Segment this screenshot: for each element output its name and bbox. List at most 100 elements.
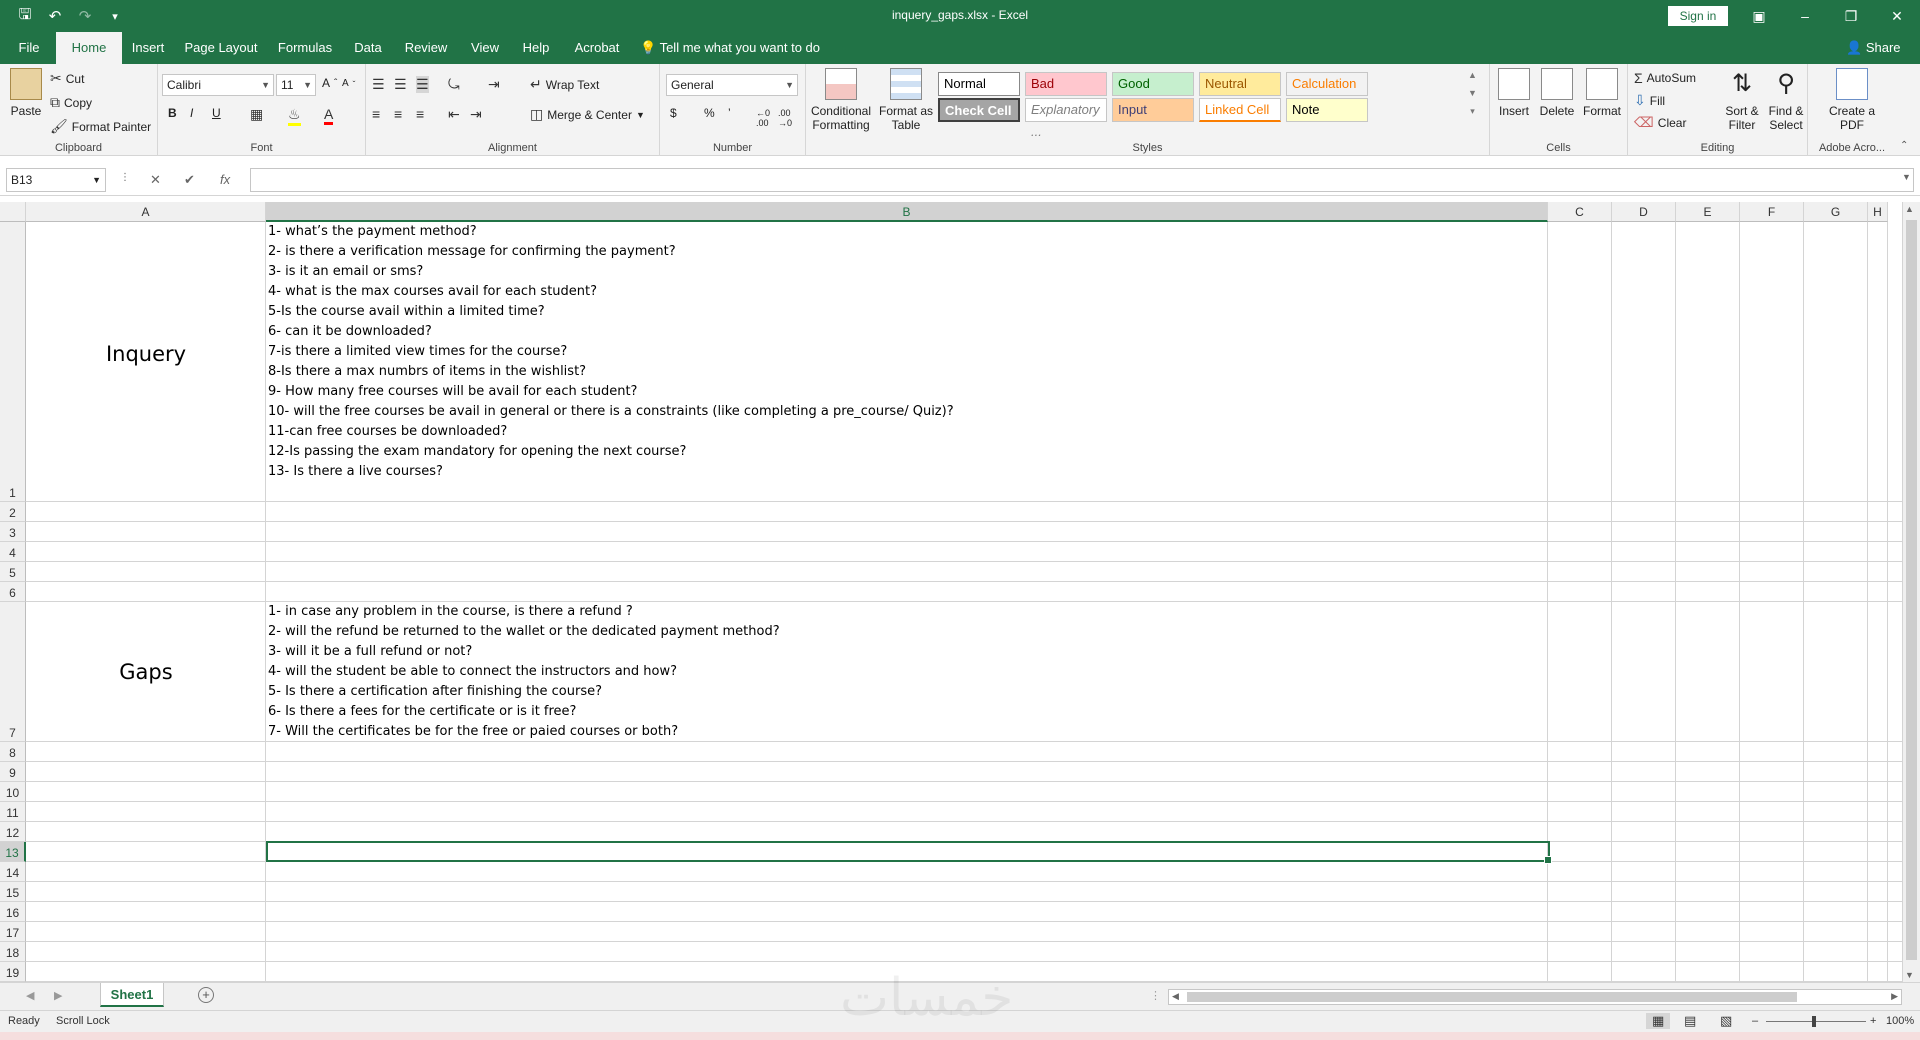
expand-formula-icon[interactable]: ▼: [1902, 172, 1911, 182]
format-painter-button[interactable]: 🖌 Format Painter: [50, 118, 151, 135]
column-header-d[interactable]: D: [1612, 202, 1676, 222]
paste-button[interactable]: Paste: [6, 68, 46, 118]
bold-button[interactable]: B: [168, 106, 177, 120]
tab-review[interactable]: Review: [398, 32, 454, 64]
row-header-14[interactable]: 14: [0, 862, 26, 882]
scroll-up-icon[interactable]: ▲: [1905, 204, 1914, 214]
sort-filter-button[interactable]: ⇅ Sort & Filter: [1720, 68, 1764, 132]
cell-a1[interactable]: Inquery: [26, 342, 266, 366]
increase-decimal-button[interactable]: ←0.00: [756, 108, 770, 128]
zoom-in-icon[interactable]: +: [1870, 1015, 1876, 1027]
row-header-5[interactable]: 5: [0, 562, 26, 582]
tab-view[interactable]: View: [462, 32, 508, 64]
enter-icon[interactable]: ✔: [184, 172, 195, 188]
row-header-2[interactable]: 2: [0, 502, 26, 522]
insert-function-icon[interactable]: fx: [220, 172, 230, 187]
wrap-text-button[interactable]: ↵ Wrap Text: [530, 76, 599, 93]
name-box[interactable]: B13 ▼: [6, 168, 106, 192]
scroll-thumb[interactable]: [1906, 220, 1917, 960]
row-header-19[interactable]: 19: [0, 962, 26, 982]
tab-formulas[interactable]: Formulas: [272, 32, 338, 64]
styles-scroll[interactable]: ▲ ▼ ▾: [1468, 70, 1477, 117]
column-header-g[interactable]: G: [1804, 202, 1868, 222]
tab-acrobat[interactable]: Acrobat: [566, 32, 628, 64]
row-header-13[interactable]: 13: [0, 842, 26, 862]
borders-button[interactable]: ▦: [250, 106, 263, 123]
merge-center-button[interactable]: ◫ Merge & Center ▼: [530, 106, 645, 123]
create-pdf-button[interactable]: Create a PDF: [1828, 68, 1876, 132]
find-select-button[interactable]: ⚲ Find & Select: [1764, 68, 1808, 132]
cell-style-bad[interactable]: Bad: [1025, 72, 1107, 96]
top-align-button[interactable]: ☰: [372, 76, 385, 93]
zoom-slider[interactable]: [1766, 1016, 1866, 1027]
scroll-down-icon[interactable]: ▼: [1905, 970, 1914, 980]
row-header-4[interactable]: 4: [0, 542, 26, 562]
column-header-h[interactable]: H: [1868, 202, 1888, 222]
font-name-dropdown[interactable]: Calibri ▼: [162, 74, 274, 96]
column-header-f[interactable]: F: [1740, 202, 1804, 222]
vertical-scrollbar[interactable]: ▲ ▼: [1902, 202, 1920, 982]
format-as-table-button[interactable]: Format as Table: [876, 68, 936, 132]
horizontal-scrollbar[interactable]: ◀ ▶: [1168, 989, 1902, 1005]
number-format-dropdown[interactable]: General ▼: [666, 74, 798, 96]
tab-help[interactable]: Help: [514, 32, 558, 64]
fill-color-button[interactable]: ♨: [288, 106, 301, 126]
prev-sheet-icon[interactable]: ◀: [26, 989, 34, 1002]
orientation-button[interactable]: ⤿: [448, 76, 460, 93]
insert-cells-button[interactable]: Insert: [1494, 68, 1534, 118]
zoom-out-icon[interactable]: –: [1752, 1015, 1758, 1027]
cell-style-explanatory[interactable]: Explanatory ...: [1025, 98, 1107, 139]
scroll-left-icon[interactable]: ◀: [1172, 991, 1179, 1002]
row-header-8[interactable]: 8: [0, 742, 26, 762]
decrease-decimal-button[interactable]: .00 →0: [778, 108, 792, 128]
row-header-18[interactable]: 18: [0, 942, 26, 962]
delete-cells-button[interactable]: Delete: [1536, 68, 1578, 118]
cell-style-neutral[interactable]: Neutral: [1199, 72, 1281, 96]
add-sheet-icon[interactable]: +: [198, 987, 214, 1003]
sign-in-button[interactable]: Sign in: [1668, 6, 1728, 26]
cell-style-calculation[interactable]: Calculation: [1286, 72, 1368, 96]
column-header-c[interactable]: C: [1548, 202, 1612, 222]
row-header-9[interactable]: 9: [0, 762, 26, 782]
underline-button[interactable]: U: [212, 106, 221, 120]
middle-align-button[interactable]: ☰: [394, 76, 407, 93]
align-left-button[interactable]: ≡: [372, 106, 380, 122]
tab-insert[interactable]: Insert: [126, 32, 170, 64]
share-button[interactable]: 👤 Share: [1846, 32, 1901, 64]
row-header-10[interactable]: 10: [0, 782, 26, 802]
font-size-dropdown[interactable]: 11 ▼: [276, 74, 316, 96]
copy-button[interactable]: ⧉ Copy: [50, 94, 92, 111]
align-right-button[interactable]: ≡: [416, 106, 424, 122]
row-header-11[interactable]: 11: [0, 802, 26, 822]
bottom-align-button[interactable]: ☰: [416, 76, 429, 93]
scroll-thumb[interactable]: [1187, 992, 1797, 1002]
row-header-12[interactable]: 12: [0, 822, 26, 842]
cell-style-good[interactable]: Good: [1112, 72, 1194, 96]
row-header-16[interactable]: 16: [0, 902, 26, 922]
close-icon[interactable]: ✕: [1874, 0, 1920, 32]
cell-style-check-cell[interactable]: Check Cell: [938, 98, 1020, 122]
row-header-15[interactable]: 15: [0, 882, 26, 902]
fill-button[interactable]: ⇩ Fill: [1634, 92, 1665, 109]
format-cells-button[interactable]: Format: [1580, 68, 1624, 118]
cut-button[interactable]: ✂ Cut: [50, 70, 84, 87]
selected-cell-b13[interactable]: [266, 841, 1552, 864]
cell-style-input[interactable]: Input: [1112, 98, 1194, 122]
sheet-tab-sheet1[interactable]: Sheet1: [100, 983, 164, 1007]
shrink-font-button[interactable]: Aˇ: [342, 78, 355, 89]
scroll-right-icon[interactable]: ▶: [1891, 991, 1898, 1002]
cell-a7[interactable]: Gaps: [26, 660, 266, 684]
tab-home[interactable]: Home: [56, 32, 122, 64]
row-header-17[interactable]: 17: [0, 922, 26, 942]
collapse-ribbon-icon[interactable]: ⌃: [1900, 140, 1908, 151]
next-sheet-icon[interactable]: ▶: [54, 989, 62, 1002]
tell-me-search[interactable]: 💡 Tell me what you want to do: [640, 32, 840, 64]
ribbon-display-icon[interactable]: ▣: [1736, 0, 1782, 32]
decrease-indent-button[interactable]: ⇤: [448, 106, 460, 123]
page-break-view-icon[interactable]: ▧: [1720, 1013, 1732, 1029]
zoom-level[interactable]: 100%: [1886, 1015, 1914, 1027]
restore-icon[interactable]: ❐: [1828, 0, 1874, 32]
select-all-corner[interactable]: [0, 202, 26, 222]
clear-button[interactable]: ⌫ Clear: [1634, 114, 1686, 131]
tab-page-layout[interactable]: Page Layout: [178, 32, 264, 64]
